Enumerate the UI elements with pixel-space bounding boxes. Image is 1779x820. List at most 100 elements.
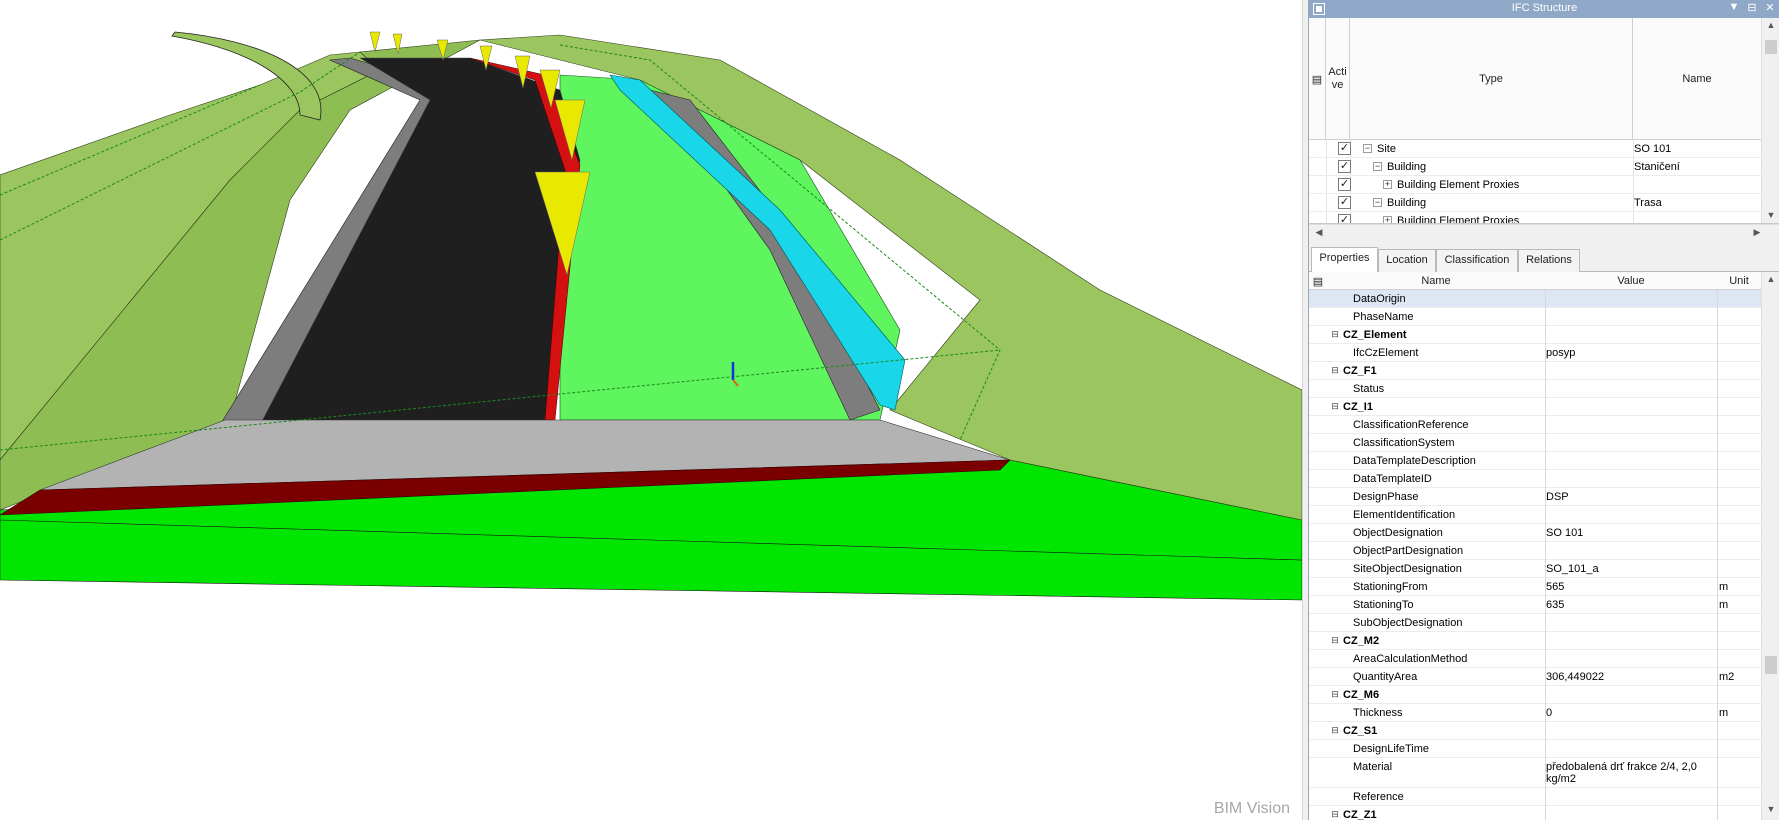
property-name: StationingFrom: [1353, 581, 1428, 593]
property-row[interactable]: DataTemplateDescription: [1309, 452, 1761, 470]
tree-vertical-scrollbar[interactable]: ▲ ▼: [1761, 18, 1779, 223]
scroll-up-icon[interactable]: ▲: [1763, 274, 1779, 284]
tree-type-label: Building: [1387, 197, 1427, 209]
property-value[interactable]: SO_101_a: [1546, 563, 1599, 575]
scroll-up-icon[interactable]: ▲: [1763, 20, 1779, 30]
scroll-thumb[interactable]: [1765, 656, 1777, 674]
property-group-row[interactable]: ⊟ CZ_M6: [1309, 686, 1761, 704]
property-row[interactable]: ElementIdentification: [1309, 506, 1761, 524]
property-row[interactable]: ClassificationSystem: [1309, 434, 1761, 452]
active-checkbox[interactable]: ✓: [1338, 160, 1351, 173]
property-value[interactable]: 565: [1546, 581, 1564, 593]
property-value[interactable]: 635: [1546, 599, 1564, 611]
collapse-icon[interactable]: −: [1363, 144, 1372, 153]
collapse-icon[interactable]: ⊟: [1331, 330, 1339, 339]
active-checkbox[interactable]: ✓: [1338, 178, 1351, 191]
tree-name-label: Staničení: [1634, 161, 1680, 173]
collapse-icon[interactable]: ⊟: [1331, 636, 1339, 645]
collapse-icon[interactable]: ⊟: [1331, 402, 1339, 411]
property-row[interactable]: DataOrigin: [1309, 290, 1761, 308]
scroll-left-icon[interactable]: ◀: [1311, 227, 1327, 238]
scroll-down-icon[interactable]: ▼: [1763, 210, 1779, 220]
property-name: IfcCzElement: [1353, 347, 1419, 359]
tree-row-proxies[interactable]: ✓ + Building Element Proxies: [1309, 212, 1761, 223]
property-group-row[interactable]: ⊟ CZ_I1: [1309, 398, 1761, 416]
column-header-name[interactable]: Name: [1633, 18, 1761, 140]
property-group-row[interactable]: ⊟ CZ_M2: [1309, 632, 1761, 650]
property-group-row[interactable]: ⊟ CZ_S1: [1309, 722, 1761, 740]
active-checkbox[interactable]: ✓: [1338, 196, 1351, 209]
property-value[interactable]: posyp: [1546, 347, 1575, 359]
tree-row-proxies[interactable]: ✓ + Building Element Proxies: [1309, 176, 1761, 194]
scroll-right-icon[interactable]: ▶: [1749, 227, 1765, 238]
tree-name-label: Trasa: [1634, 197, 1662, 209]
property-row[interactable]: Status: [1309, 380, 1761, 398]
column-header-value[interactable]: Value: [1545, 275, 1717, 287]
property-row[interactable]: Thickness 0 m: [1309, 704, 1761, 722]
active-checkbox[interactable]: ✓: [1338, 214, 1351, 223]
3d-viewport[interactable]: BIM Vision: [0, 0, 1302, 820]
property-value[interactable]: DSP: [1546, 491, 1569, 503]
property-name: DesignPhase: [1353, 491, 1419, 503]
close-icon[interactable]: ✕: [1763, 1, 1777, 17]
property-value[interactable]: 0: [1546, 707, 1552, 719]
collapse-icon[interactable]: −: [1373, 198, 1382, 207]
tab-properties[interactable]: Properties: [1311, 247, 1378, 273]
property-row[interactable]: IfcCzElement posyp: [1309, 344, 1761, 362]
expand-icon[interactable]: +: [1383, 180, 1392, 189]
property-row[interactable]: DataTemplateID: [1309, 470, 1761, 488]
tab-location[interactable]: Location: [1378, 249, 1436, 272]
expand-icon[interactable]: +: [1383, 216, 1392, 223]
property-value[interactable]: 306,449022: [1546, 671, 1604, 683]
column-header-name[interactable]: Name: [1329, 275, 1543, 287]
scroll-thumb[interactable]: [1765, 40, 1777, 54]
property-row[interactable]: ObjectDesignation SO 101: [1309, 524, 1761, 542]
collapse-icon[interactable]: ⊟: [1331, 366, 1339, 375]
property-row[interactable]: ObjectPartDesignation: [1309, 542, 1761, 560]
column-chooser-icon[interactable]: ▤: [1309, 18, 1326, 140]
collapse-icon[interactable]: −: [1373, 162, 1382, 171]
collapse-icon[interactable]: ⊟: [1331, 726, 1339, 735]
properties-grid[interactable]: ▤ Name Value Unit DataOrigin PhaseName ⊟ CZ…: [1309, 272, 1779, 820]
tree-horizontal-scrollbar[interactable]: ◀ ▶: [1309, 224, 1779, 240]
property-row[interactable]: StationingTo 635 m: [1309, 596, 1761, 614]
column-header-type[interactable]: Type: [1350, 18, 1633, 140]
tree-row-building[interactable]: ✓ − Building Trasa: [1309, 194, 1761, 212]
property-group-row[interactable]: ⊟ CZ_Z1: [1309, 806, 1761, 820]
tab-classification[interactable]: Classification: [1436, 249, 1518, 272]
properties-vertical-scrollbar[interactable]: ▲ ▼: [1761, 272, 1779, 820]
property-row[interactable]: DesignLifeTime: [1309, 740, 1761, 758]
dropdown-icon[interactable]: ▼: [1727, 1, 1741, 17]
collapse-icon[interactable]: ⊟: [1331, 690, 1339, 699]
property-row[interactable]: SiteObjectDesignation SO_101_a: [1309, 560, 1761, 578]
tree-row-building[interactable]: ✓ − Building Staničení: [1309, 158, 1761, 176]
column-chooser-icon[interactable]: ▤: [1311, 275, 1325, 288]
property-name: Reference: [1353, 791, 1404, 803]
scroll-down-icon[interactable]: ▼: [1763, 804, 1779, 814]
property-row[interactable]: StationingFrom 565 m: [1309, 578, 1761, 596]
property-row[interactable]: ClassificationReference: [1309, 416, 1761, 434]
active-checkbox[interactable]: ✓: [1338, 142, 1351, 155]
property-value[interactable]: SO 101: [1546, 527, 1583, 539]
tree-row-site[interactable]: ✓ − Site SO 101: [1309, 140, 1761, 158]
column-header-active[interactable]: Acti ve: [1326, 18, 1350, 140]
road-model-render[interactable]: [0, 0, 1302, 820]
property-group-name: CZ_Z1: [1343, 809, 1377, 820]
tab-relations[interactable]: Relations: [1518, 249, 1580, 272]
property-row[interactable]: QuantityArea 306,449022 m2: [1309, 668, 1761, 686]
property-group-row[interactable]: ⊟ CZ_F1: [1309, 362, 1761, 380]
property-row[interactable]: AreaCalculationMethod: [1309, 650, 1761, 668]
pin-icon[interactable]: ⊟: [1745, 1, 1759, 17]
column-header-unit[interactable]: Unit: [1717, 275, 1761, 287]
property-row[interactable]: Reference: [1309, 788, 1761, 806]
collapse-icon[interactable]: ⊟: [1331, 810, 1339, 819]
property-value[interactable]: předobalená drť frakce 2/4, 2,0: [1546, 761, 1697, 773]
property-tabs: Properties Location Classification Relat…: [1309, 246, 1779, 273]
panel-titlebar: IFC Structure ▼ ⊟ ✕: [1309, 0, 1779, 18]
property-group-row[interactable]: ⊟ CZ_Element: [1309, 326, 1761, 344]
property-row[interactable]: PhaseName: [1309, 308, 1761, 326]
ifc-tree-grid[interactable]: ▤ Acti ve Type Name ✓ − Site SO 101 ✓ − …: [1309, 18, 1779, 224]
property-row[interactable]: SubObjectDesignation: [1309, 614, 1761, 632]
property-row[interactable]: Material předobalená drť frakce 2/4, 2,0 k…: [1309, 758, 1761, 788]
property-row[interactable]: DesignPhase DSP: [1309, 488, 1761, 506]
